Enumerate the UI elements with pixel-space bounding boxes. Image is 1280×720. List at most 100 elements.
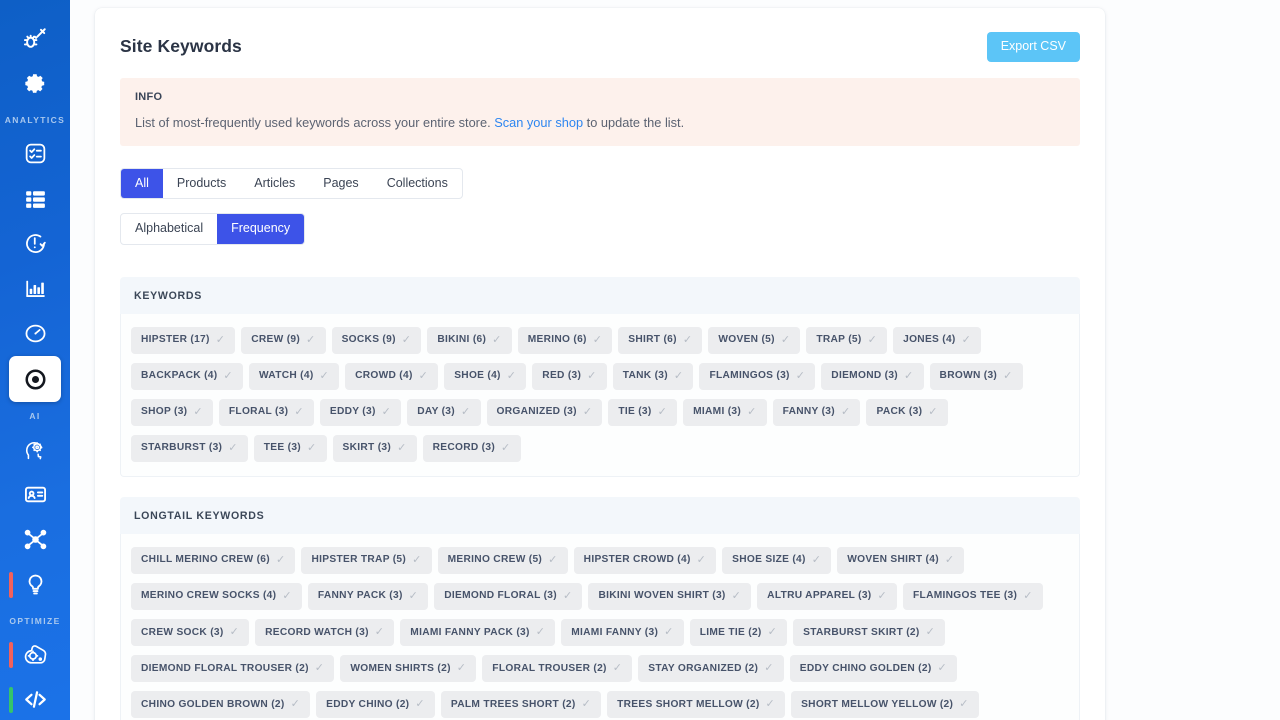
- keyword-tag[interactable]: SHORT MELLOW YELLOW (2) ✓: [791, 691, 979, 719]
- keyword-tag[interactable]: TREES SHORT MELLOW (2) ✓: [607, 691, 786, 719]
- keyword-tag[interactable]: PACK (3) ✓: [866, 398, 948, 426]
- keyword-tag[interactable]: MIAMI (3) ✓: [683, 398, 767, 426]
- check-icon[interactable]: ✓: [306, 334, 316, 346]
- check-icon[interactable]: ✓: [193, 406, 203, 418]
- keyword-tag[interactable]: CROWD (4) ✓: [345, 362, 439, 390]
- keyword-tag[interactable]: TIE (3) ✓: [608, 398, 678, 426]
- check-icon[interactable]: ✓: [658, 406, 668, 418]
- keyword-tag[interactable]: BIKINI (6) ✓: [427, 326, 512, 354]
- sidebar-item-performance[interactable]: [7, 311, 63, 356]
- check-icon[interactable]: ✓: [501, 442, 511, 454]
- keyword-tag[interactable]: FLORAL TROUSER (2) ✓: [482, 655, 633, 683]
- check-icon[interactable]: ✓: [1023, 590, 1033, 602]
- check-icon[interactable]: ✓: [216, 334, 226, 346]
- check-icon[interactable]: ✓: [938, 662, 948, 674]
- sidebar-item-debug[interactable]: [7, 16, 63, 61]
- check-icon[interactable]: ✓: [768, 626, 778, 638]
- check-icon[interactable]: ✓: [375, 626, 385, 638]
- check-icon[interactable]: ✓: [230, 626, 240, 638]
- check-icon[interactable]: ✓: [593, 334, 603, 346]
- keyword-tag[interactable]: SOCKS (9) ✓: [331, 326, 422, 354]
- sidebar-item-settings[interactable]: [7, 61, 63, 106]
- keyword-tag[interactable]: SHIRT (6) ✓: [618, 326, 703, 354]
- sidebar-item-reports[interactable]: [7, 176, 63, 221]
- check-icon[interactable]: ✓: [926, 626, 936, 638]
- keyword-tag[interactable]: CREW (9) ✓: [241, 326, 326, 354]
- keyword-tag[interactable]: RECORD (3) ✓: [422, 434, 521, 462]
- check-icon[interactable]: ✓: [294, 406, 304, 418]
- check-icon[interactable]: ✓: [766, 698, 776, 710]
- check-icon[interactable]: ✓: [732, 590, 742, 602]
- keyword-tag[interactable]: STARBURST SKIRT (2) ✓: [793, 619, 946, 647]
- check-icon[interactable]: ✓: [415, 698, 425, 710]
- check-icon[interactable]: ✓: [412, 554, 422, 566]
- check-icon[interactable]: ✓: [402, 334, 412, 346]
- check-icon[interactable]: ✓: [492, 334, 502, 346]
- check-icon[interactable]: ✓: [223, 370, 233, 382]
- check-icon[interactable]: ✓: [878, 590, 888, 602]
- check-icon[interactable]: ✓: [320, 370, 330, 382]
- sidebar-item-insights[interactable]: [7, 562, 63, 607]
- keyword-tag[interactable]: MIAMI FANNY (3) ✓: [561, 619, 684, 647]
- keyword-tag[interactable]: DIEMOND FLORAL (3) ✓: [434, 582, 583, 611]
- keyword-tag[interactable]: BIKINI WOVEN SHIRT (3) ✓: [588, 582, 752, 611]
- keyword-tag[interactable]: CHINO GOLDEN BROWN (2) ✓: [131, 691, 311, 719]
- check-icon[interactable]: ✓: [397, 442, 407, 454]
- sidebar-item-code[interactable]: [7, 677, 63, 720]
- keyword-tag[interactable]: EDDY (3) ✓: [319, 398, 402, 426]
- sort-frequency[interactable]: Frequency: [217, 214, 305, 244]
- scan-your-shop-link[interactable]: Scan your shop: [494, 115, 583, 130]
- check-icon[interactable]: ✓: [315, 662, 325, 674]
- sort-alphabetical[interactable]: Alphabetical: [121, 214, 217, 243]
- check-icon[interactable]: ✓: [613, 662, 623, 674]
- check-icon[interactable]: ✓: [536, 626, 546, 638]
- keyword-tag[interactable]: CHILL MERINO CREW (6) ✓: [131, 546, 296, 574]
- check-icon[interactable]: ✓: [796, 370, 806, 382]
- keyword-tag[interactable]: TEE (3) ✓: [253, 434, 327, 462]
- sidebar-item-ai-brain[interactable]: [7, 427, 63, 472]
- check-icon[interactable]: ✓: [563, 590, 573, 602]
- check-icon[interactable]: ✓: [812, 554, 822, 566]
- check-icon[interactable]: ✓: [747, 406, 757, 418]
- keyword-tag[interactable]: WOVEN SHIRT (4) ✓: [837, 546, 965, 574]
- sidebar-item-profiles[interactable]: [7, 472, 63, 517]
- check-icon[interactable]: ✓: [697, 554, 707, 566]
- sidebar-item-alerts[interactable]: [7, 221, 63, 266]
- keyword-tag[interactable]: ORGANIZED (3) ✓: [486, 398, 603, 426]
- keyword-tag[interactable]: MERINO (6) ✓: [517, 326, 613, 354]
- keyword-tag[interactable]: RECORD WATCH (3) ✓: [255, 619, 395, 647]
- keyword-tag[interactable]: WOMEN SHIRTS (2) ✓: [340, 655, 477, 683]
- check-icon[interactable]: ✓: [307, 442, 317, 454]
- check-icon[interactable]: ✓: [664, 626, 674, 638]
- check-icon[interactable]: ✓: [583, 406, 593, 418]
- keyword-tag[interactable]: ALTRU APPAREL (3) ✓: [757, 582, 898, 611]
- tab-collections[interactable]: Collections: [373, 169, 462, 198]
- keyword-tag[interactable]: DIEMOND (3) ✓: [821, 362, 924, 390]
- keyword-tag[interactable]: FLAMINGOS (3) ✓: [699, 362, 816, 390]
- keyword-tag[interactable]: FANNY (3) ✓: [772, 398, 861, 426]
- keyword-tag[interactable]: HIPSTER (17) ✓: [131, 326, 236, 354]
- check-icon[interactable]: ✓: [276, 554, 286, 566]
- keyword-tag[interactable]: EDDY CHINO (2) ✓: [316, 691, 435, 719]
- tab-articles[interactable]: Articles: [240, 169, 309, 198]
- keyword-tag[interactable]: FLAMINGOS TEE (3) ✓: [903, 582, 1043, 611]
- keyword-tag[interactable]: BACKPACK (4) ✓: [131, 362, 243, 390]
- keyword-tag[interactable]: MERINO CREW SOCKS (4) ✓: [131, 582, 302, 611]
- check-icon[interactable]: ✓: [382, 406, 392, 418]
- keyword-tag[interactable]: JONES (4) ✓: [893, 326, 982, 354]
- keyword-tag[interactable]: DIEMOND FLORAL TROUSER (2) ✓: [131, 655, 335, 683]
- check-icon[interactable]: ✓: [228, 442, 238, 454]
- keyword-tag[interactable]: MIAMI FANNY PACK (3) ✓: [400, 619, 556, 647]
- keyword-tag[interactable]: LIME TIE (2) ✓: [689, 619, 788, 647]
- check-icon[interactable]: ✓: [409, 590, 419, 602]
- check-icon[interactable]: ✓: [781, 334, 791, 346]
- check-icon[interactable]: ✓: [587, 370, 597, 382]
- check-icon[interactable]: ✓: [928, 406, 938, 418]
- check-icon[interactable]: ✓: [945, 554, 955, 566]
- check-icon[interactable]: ✓: [457, 662, 467, 674]
- check-icon[interactable]: ✓: [868, 334, 878, 346]
- keyword-tag[interactable]: SHOE (4) ✓: [444, 362, 527, 390]
- keyword-tag[interactable]: SHOE SIZE (4) ✓: [722, 546, 832, 574]
- check-icon[interactable]: ✓: [507, 370, 517, 382]
- sidebar-item-optimizer[interactable]: [7, 632, 63, 677]
